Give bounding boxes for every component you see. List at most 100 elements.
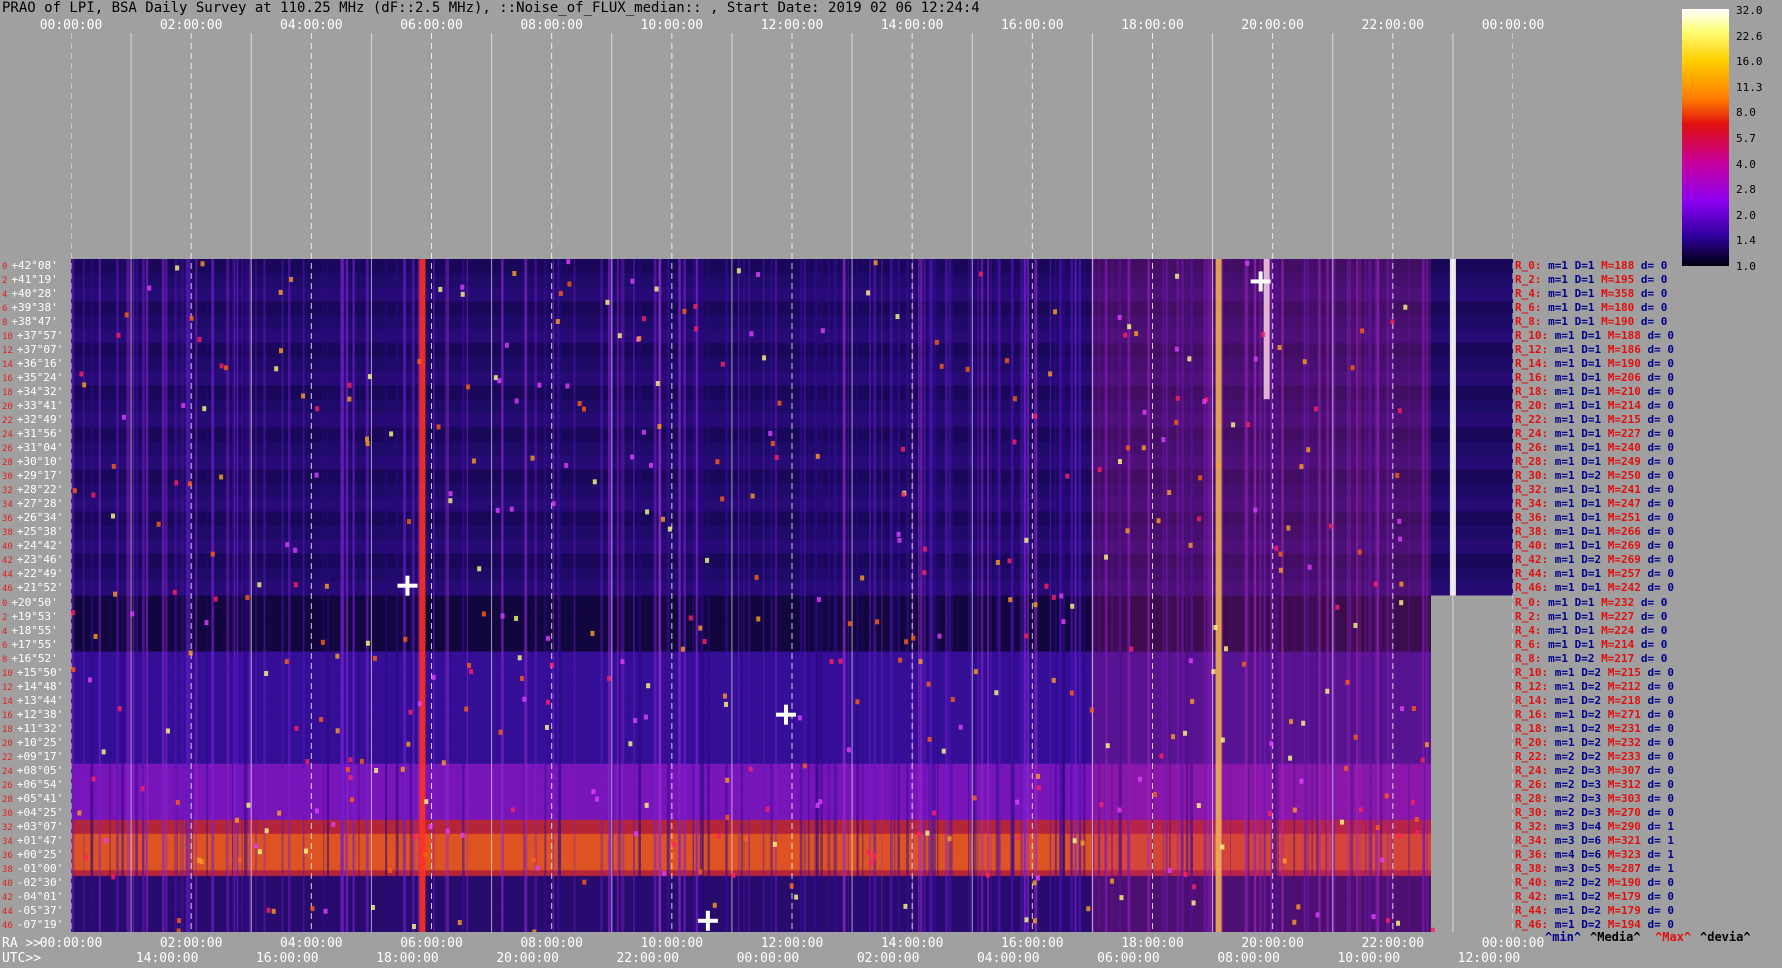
- noise-streak: [856, 259, 859, 932]
- noise-pixel: [743, 836, 748, 842]
- noise-pixel: [657, 424, 662, 430]
- noise-pixel: [1390, 319, 1395, 325]
- noise-pixel: [947, 836, 952, 842]
- row-stat: R_26: m=1 D=1 M=240 d= 0: [1515, 441, 1674, 455]
- top-axis-tick: 16:00:00: [1001, 18, 1064, 33]
- declination-label: 22 +09°17': [2, 749, 64, 763]
- noise-pixel: [582, 406, 587, 412]
- row-stat: R_10: m=1 D=1 M=188 d= 0: [1515, 329, 1674, 343]
- noise-pixel: [130, 611, 135, 617]
- declination-label: 36 +26°34': [2, 511, 64, 525]
- noise-streak: [502, 259, 504, 932]
- noise-pixel: [1152, 792, 1157, 798]
- noise-pixel: [545, 699, 550, 705]
- noise-pixel: [750, 493, 755, 499]
- noise-pixel: [466, 384, 471, 390]
- noise-pixel: [257, 849, 262, 855]
- top-axis-tick: 00:00:00: [39, 18, 103, 33]
- noise-pixel: [1397, 518, 1402, 524]
- noise-pixel: [348, 757, 353, 763]
- noise-pixel: [1007, 558, 1012, 564]
- top-axis-tick: 08:00:00: [520, 18, 583, 33]
- legend-min: ^min^: [1545, 930, 1582, 944]
- noise-streak: [385, 259, 388, 932]
- row-stat: R_42: m=1 D=2 M=269 d= 0: [1515, 553, 1674, 567]
- noise-streak: [929, 259, 933, 932]
- noise-streak: [653, 259, 657, 932]
- noise-streak: [995, 259, 999, 932]
- noise-pixel: [140, 786, 145, 792]
- row-stat: R_20: m=1 D=2 M=232 d= 0: [1515, 735, 1674, 749]
- row-stat: R_40: m=1 D=1 M=269 d= 0: [1515, 539, 1674, 553]
- noise-streak: [365, 259, 369, 932]
- declination-label: 32 +03°07': [2, 819, 64, 833]
- noise-streak: [843, 259, 846, 932]
- noise-pixel: [200, 261, 205, 267]
- noise-pixel: [519, 675, 524, 681]
- noise-pixel: [654, 286, 659, 292]
- noise-pixel: [820, 328, 825, 334]
- noise-pixel: [816, 597, 821, 603]
- noise-pixel: [91, 492, 96, 498]
- noise-pixel: [172, 589, 177, 595]
- noise-pixel: [582, 879, 587, 885]
- noise-pixel: [712, 902, 717, 908]
- colorbar-tick: 22.6: [1736, 29, 1763, 43]
- noise-pixel: [436, 424, 441, 430]
- ra-axis-tick: 00:00:00: [39, 936, 103, 951]
- bright-source: [397, 583, 418, 588]
- noise-pixel: [1117, 314, 1122, 320]
- declination-label: 34 +01°47': [2, 833, 64, 847]
- noise-pixel: [319, 716, 324, 722]
- noise-pixel: [772, 841, 777, 847]
- noise-pixel: [210, 551, 215, 557]
- noise-streak: [1078, 259, 1081, 932]
- noise-pixel: [417, 701, 422, 707]
- declination-label: 8 +16°52': [2, 651, 58, 665]
- noise-pixel: [1188, 542, 1193, 548]
- noise-pixel: [1125, 528, 1130, 534]
- declination-label: 20 +33°41': [2, 399, 64, 413]
- declination-label: 28 +05°41': [2, 791, 64, 805]
- noise-pixel: [1325, 688, 1330, 694]
- noise-pixel: [1339, 819, 1344, 825]
- utc-axis-tick: 00:00:00: [736, 951, 800, 966]
- declination-label: 46 -07°19': [2, 917, 64, 931]
- noise-pixel: [156, 521, 161, 527]
- row-stat: R_46: m=1 D=2 M=194 d= 0: [1515, 917, 1674, 931]
- noise-streak: [121, 259, 125, 932]
- declination-label: 30 +29°17': [2, 469, 64, 483]
- ra-axis-tick: 16:00:00: [1001, 936, 1064, 951]
- noise-pixel: [770, 441, 775, 447]
- row-stat: R_32: m=3 D=4 M=290 d= 1: [1515, 819, 1674, 833]
- noise-pixel: [406, 741, 411, 747]
- noise-pixel: [896, 531, 901, 537]
- noise-pixel: [389, 431, 394, 437]
- declination-label: 12 +14°48': [2, 679, 64, 693]
- noise-pixel: [797, 715, 802, 721]
- noise-pixel: [411, 923, 416, 929]
- noise-pixel: [448, 491, 453, 497]
- noise-pixel: [1198, 475, 1203, 481]
- noise-pixel: [694, 326, 699, 332]
- noise-pixel: [79, 371, 84, 377]
- noise-pixel: [1069, 690, 1074, 696]
- top-axis-tick: 04:00:00: [280, 18, 343, 33]
- noise-streak: [1074, 259, 1077, 932]
- noise-streak: [969, 259, 972, 932]
- declination-label: 0 +20°50': [2, 595, 58, 609]
- noise-pixel: [504, 342, 509, 348]
- noise-pixel: [245, 595, 250, 601]
- ra-axis-tick: 00:00:00: [1481, 936, 1545, 951]
- noise-streak: [666, 259, 670, 932]
- noise-pixel: [535, 865, 540, 871]
- noise-streak: [815, 259, 819, 932]
- declination-label: 38 -01°00': [2, 861, 64, 875]
- noise-pixel: [347, 396, 352, 402]
- ra-axis-tick: 02:00:00: [159, 936, 223, 951]
- noise-pixel: [314, 808, 319, 814]
- noise-streak: [409, 259, 413, 932]
- noise-streak: [977, 259, 979, 932]
- colorbar-tick: 16.0: [1736, 55, 1763, 69]
- noise-pixel: [1288, 755, 1293, 761]
